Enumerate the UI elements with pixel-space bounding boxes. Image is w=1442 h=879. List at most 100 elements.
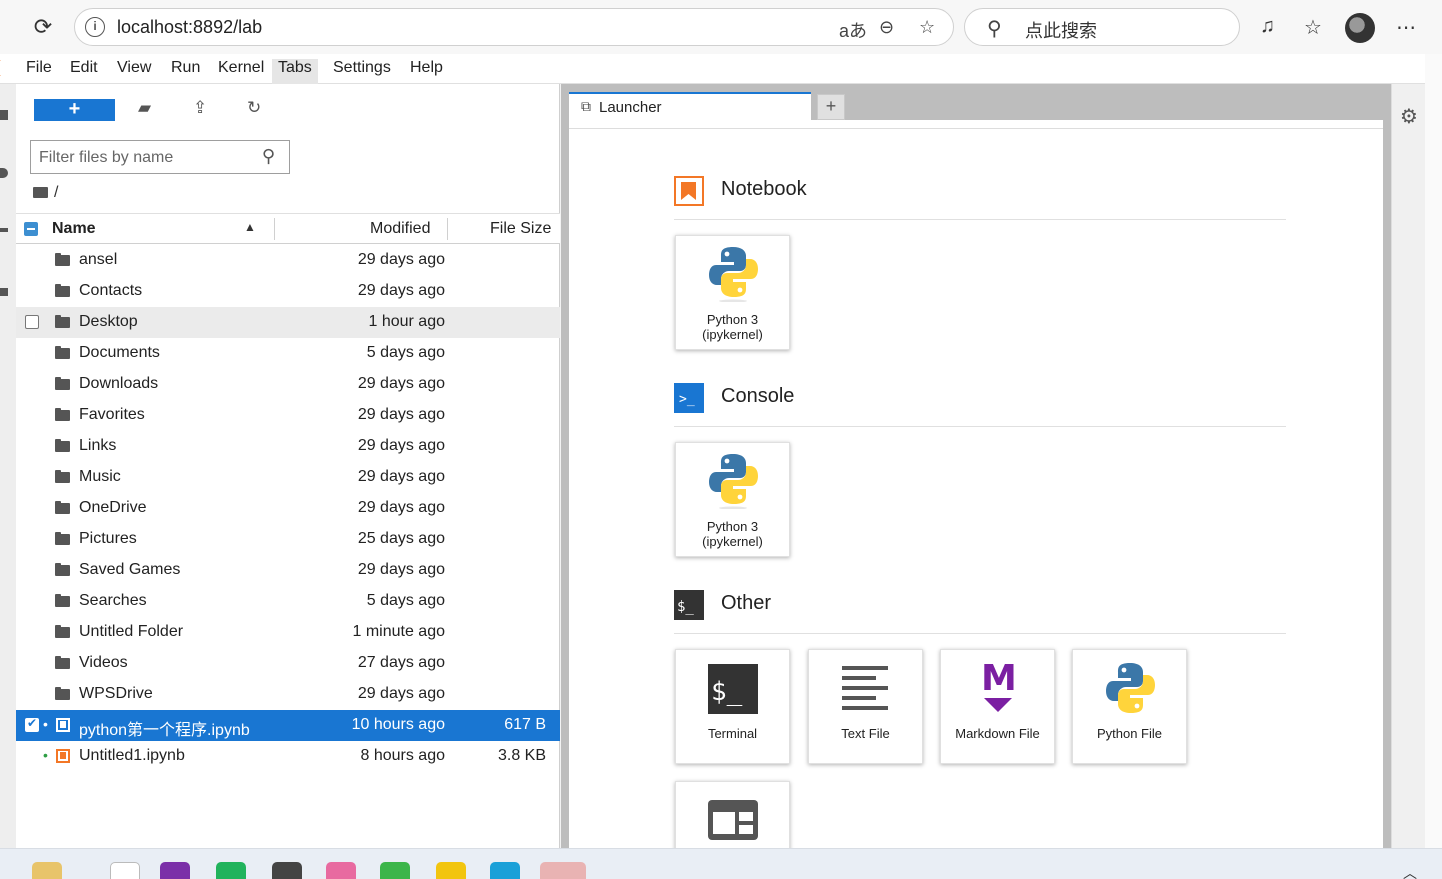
- read-aloud-icon[interactable]: aあ: [839, 17, 867, 43]
- file-modified: 29 days ago: [357, 561, 445, 578]
- taskbar-terminal-icon[interactable]: [272, 862, 302, 879]
- file-row[interactable]: Desktop 1 hour ago: [16, 307, 560, 338]
- file-row[interactable]: • Untitled1.ipynb 8 hours ago 3.8 KB: [16, 741, 560, 772]
- file-row[interactable]: Contacts 29 days ago: [16, 276, 560, 307]
- file-modified: 29 days ago: [357, 685, 445, 702]
- file-row[interactable]: Saved Games 29 days ago: [16, 555, 560, 586]
- new-launcher-button[interactable]: +: [34, 99, 115, 121]
- favorite-star-icon[interactable]: ☆: [919, 17, 935, 38]
- address-url[interactable]: localhost:8892/lab: [117, 17, 262, 38]
- taskbar-music-icon[interactable]: [326, 862, 356, 879]
- column-name-header[interactable]: Name: [52, 220, 96, 238]
- folder-icon: [55, 563, 70, 576]
- upload-icon[interactable]: ⇪: [193, 98, 207, 118]
- file-name: Untitled1.ipynb: [79, 747, 185, 764]
- breadcrumb[interactable]: /: [33, 184, 58, 202]
- taskbar-weather-icon[interactable]: [32, 862, 62, 879]
- file-row[interactable]: Downloads 29 days ago: [16, 369, 560, 400]
- search-placeholder: 点此搜索: [1025, 21, 1097, 41]
- file-name: ansel: [79, 251, 118, 268]
- browser-search-box[interactable]: ⚲ 点此搜索: [964, 8, 1240, 46]
- taskbar-onenote-icon[interactable]: [160, 862, 190, 879]
- file-modified: 29 days ago: [357, 437, 445, 454]
- taskbar-edge-icon[interactable]: [490, 862, 520, 879]
- property-inspector-gear-icon[interactable]: ⚙: [1400, 104, 1418, 129]
- folder-icon: [55, 532, 70, 545]
- reload-icon[interactable]: ⟳: [30, 14, 56, 40]
- taskbar-app-icon[interactable]: [436, 862, 466, 879]
- file-name: Desktop: [79, 313, 138, 330]
- console-icon-text: >_: [679, 392, 695, 407]
- file-row[interactable]: Music 29 days ago: [16, 462, 560, 493]
- tab-underline: [569, 120, 1383, 128]
- tab-launcher[interactable]: ⧉ Launcher: [569, 92, 811, 122]
- folder-icon: [55, 687, 70, 700]
- file-row[interactable]: Searches 5 days ago: [16, 586, 560, 617]
- menu-view[interactable]: View: [111, 59, 157, 85]
- file-row[interactable]: OneDrive 29 days ago: [16, 493, 560, 524]
- file-row[interactable]: WPSDrive 29 days ago: [16, 679, 560, 710]
- taskbar-wechat-icon[interactable]: [380, 862, 410, 879]
- taskbar-typora-icon[interactable]: [110, 862, 140, 879]
- console-python3-card[interactable]: Python 3 (ipykernel): [675, 442, 790, 557]
- column-modified-header[interactable]: Modified: [370, 220, 430, 238]
- menu-edit[interactable]: Edit: [64, 59, 104, 85]
- column-divider[interactable]: [447, 218, 448, 240]
- favorites-icon[interactable]: ☆: [1304, 15, 1322, 40]
- media-control-icon[interactable]: ♫: [1260, 15, 1275, 38]
- sort-ascending-icon[interactable]: ▲: [244, 220, 256, 234]
- menu-kernel[interactable]: Kernel: [212, 59, 270, 85]
- toc-tab-icon[interactable]: [0, 228, 8, 232]
- file-row[interactable]: Links 29 days ago: [16, 431, 560, 462]
- file-row[interactable]: Videos 27 days ago: [16, 648, 560, 679]
- zoom-out-icon[interactable]: ⊖: [879, 17, 894, 38]
- text-file-card[interactable]: Text File: [808, 649, 923, 764]
- taskbar-qq-icon[interactable]: [540, 862, 586, 879]
- menu-run[interactable]: Run: [165, 59, 206, 85]
- menu-file[interactable]: File: [20, 59, 58, 85]
- new-tab-button[interactable]: +: [817, 94, 845, 120]
- file-name: Videos: [79, 654, 128, 671]
- filter-placeholder: Filter files by name: [39, 149, 174, 166]
- file-row[interactable]: • python第一个程序.ipynb 10 hours ago 617 B: [16, 710, 560, 741]
- file-row[interactable]: Documents 5 days ago: [16, 338, 560, 369]
- file-browser-tab-icon[interactable]: [0, 110, 8, 120]
- terminal-icon: $_: [708, 664, 758, 714]
- running-tab-icon[interactable]: [0, 168, 8, 178]
- section-divider: [674, 633, 1286, 634]
- site-info-icon[interactable]: i: [85, 17, 105, 37]
- file-modified: 29 days ago: [357, 282, 445, 299]
- select-all-checkbox[interactable]: [24, 222, 38, 236]
- file-browser-panel: + ▰ ⇪ ↻ Filter files by name ⚲ / Name ▲ …: [16, 84, 560, 848]
- profile-avatar[interactable]: [1345, 13, 1375, 43]
- menu-help[interactable]: Help: [404, 59, 449, 85]
- terminal-card[interactable]: $_ Terminal: [675, 649, 790, 764]
- row-checkbox[interactable]: [25, 716, 39, 732]
- breadcrumb-root[interactable]: /: [54, 184, 58, 201]
- markdown-file-card[interactable]: M Markdown File: [940, 649, 1055, 764]
- python-file-card[interactable]: Python File: [1072, 649, 1187, 764]
- file-row[interactable]: Untitled Folder 1 minute ago: [16, 617, 560, 648]
- taskbar-pycharm-icon[interactable]: [216, 862, 246, 879]
- row-checkbox[interactable]: [25, 315, 39, 329]
- more-icon[interactable]: ⋯: [1396, 15, 1416, 40]
- extensions-tab-icon[interactable]: [0, 288, 8, 296]
- address-bar[interactable]: i localhost:8892/lab aあ ⊖ ☆: [74, 8, 954, 46]
- refresh-icon[interactable]: ↻: [247, 98, 261, 118]
- notebook-python3-card[interactable]: Python 3 (ipykernel): [675, 235, 790, 350]
- filter-files-input[interactable]: Filter files by name ⚲: [30, 140, 290, 174]
- page-scrollbar[interactable]: [1425, 54, 1442, 848]
- new-folder-icon[interactable]: ▰: [138, 98, 151, 118]
- column-size-header[interactable]: File Size: [490, 220, 551, 238]
- file-name: Music: [79, 468, 121, 485]
- file-row[interactable]: Pictures 25 days ago: [16, 524, 560, 555]
- section-divider: [674, 426, 1286, 427]
- file-row[interactable]: ansel 29 days ago: [16, 245, 560, 276]
- file-row[interactable]: Favorites 29 days ago: [16, 400, 560, 431]
- column-divider[interactable]: [274, 218, 275, 240]
- file-modified: 8 hours ago: [360, 747, 445, 764]
- menu-settings[interactable]: Settings: [327, 59, 397, 85]
- menu-tabs[interactable]: Tabs: [272, 59, 318, 85]
- taskbar-overflow-chevron-icon[interactable]: ︿: [1403, 863, 1417, 879]
- file-modified: 5 days ago: [366, 592, 445, 609]
